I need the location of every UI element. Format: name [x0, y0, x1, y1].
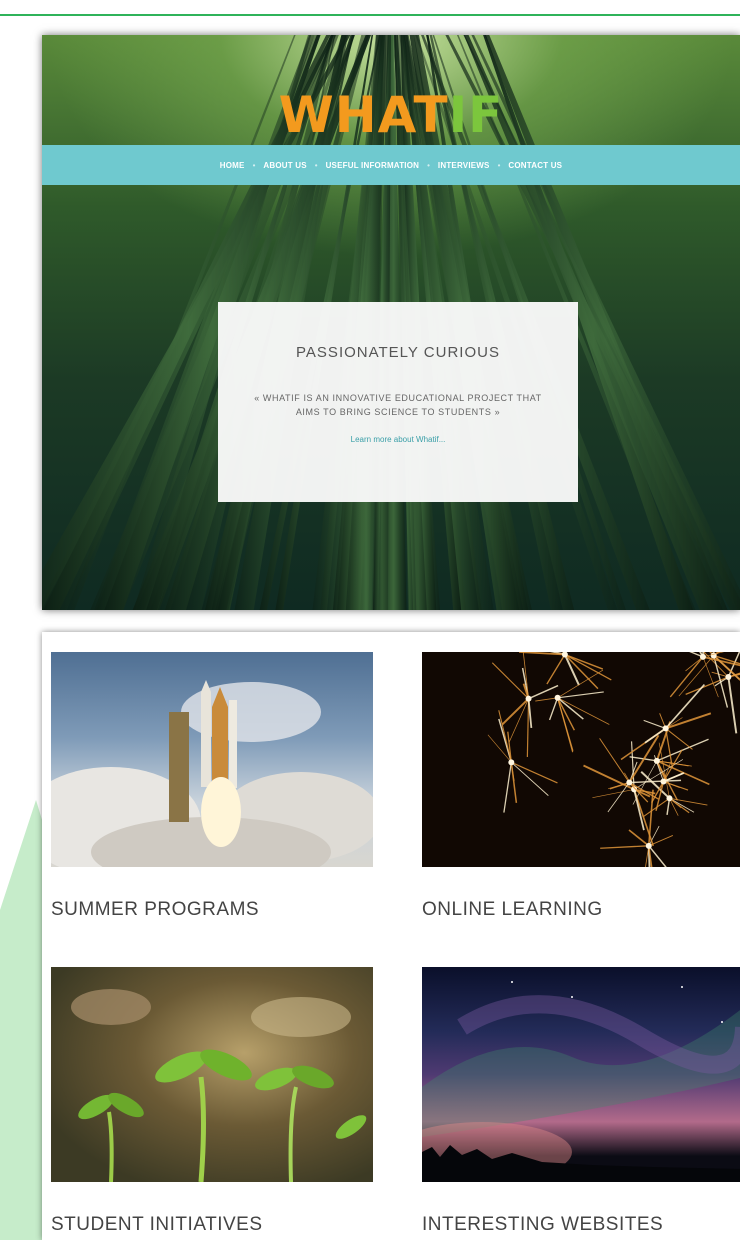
site-logo[interactable]: WHATIF	[42, 85, 740, 145]
tile-caption[interactable]: STUDENT INITIATIVES	[51, 1214, 373, 1236]
tile-interesting-websites[interactable]: INTERESTING WEBSITES	[422, 967, 740, 1236]
nav-separator: •	[497, 160, 501, 170]
logo-part-if: IF	[448, 86, 504, 144]
learn-more-link[interactable]: Learn more about Whatif...	[218, 435, 578, 444]
nav-separator: •	[252, 160, 256, 170]
tile-student-initiatives[interactable]: STUDENT INITIATIVES	[51, 967, 373, 1236]
rocket-launch-image[interactable]	[51, 652, 373, 867]
hero-card-quote: « WHATIF IS AN INNOVATIVE EDUCATIONAL PR…	[254, 393, 542, 417]
neurons-image[interactable]	[422, 652, 740, 867]
tile-caption[interactable]: ONLINE LEARNING	[422, 899, 740, 921]
tile-summer-programs[interactable]: SUMMER PROGRAMS	[51, 652, 373, 921]
logo-part-what: WHAT	[278, 86, 449, 144]
top-divider	[0, 0, 740, 16]
hero-banner: WHATIF HOME • ABOUT US • USEFUL INFORMAT…	[42, 35, 740, 610]
feature-grid: SUMMER PROGRAMS ONLINE LEARNING STUDENT …	[42, 632, 740, 1240]
nav-interviews[interactable]: INTERVIEWS	[432, 161, 496, 170]
tile-online-learning[interactable]: ONLINE LEARNING	[422, 652, 740, 921]
nav-contact-us[interactable]: CONTACT US	[502, 161, 568, 170]
sprouts-image[interactable]	[51, 967, 373, 1182]
nav-useful-information[interactable]: USEFUL INFORMATION	[320, 161, 426, 170]
hero-card: PASSIONATELY CURIOUS « WHATIF IS AN INNO…	[218, 302, 578, 502]
nav-separator: •	[314, 160, 318, 170]
nav-about-us[interactable]: ABOUT US	[257, 161, 312, 170]
nav-separator: •	[427, 160, 430, 170]
nav-home[interactable]: HOME	[214, 161, 251, 170]
tile-caption[interactable]: SUMMER PROGRAMS	[51, 899, 373, 921]
main-navigation: HOME • ABOUT US • USEFUL INFORMATION • I…	[42, 145, 740, 185]
hero-card-title: PASSIONATELY CURIOUS	[296, 344, 500, 361]
tile-caption[interactable]: INTERESTING WEBSITES	[422, 1214, 740, 1236]
aurora-image[interactable]	[422, 967, 740, 1182]
